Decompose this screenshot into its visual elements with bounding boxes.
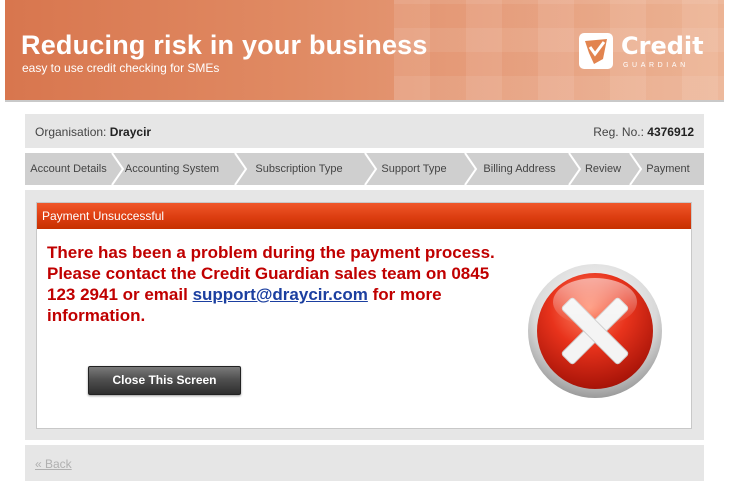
banner-subtitle: easy to use credit checking for SMEs	[22, 61, 220, 75]
header-banner: Reducing risk in your business easy to u…	[5, 0, 724, 100]
step-label: Subscription Type	[255, 163, 343, 175]
chevron-right-icon	[464, 153, 478, 185]
step-label: Accounting System	[124, 163, 220, 175]
banner-divider	[5, 100, 724, 102]
step-support-type: Support Type	[376, 153, 452, 185]
chevron-right-icon	[234, 153, 248, 185]
step-review: Review	[581, 153, 625, 185]
support-email-link[interactable]: support@draycir.com	[193, 285, 368, 304]
registration-number: 4376912	[647, 125, 694, 139]
chevron-right-icon	[568, 153, 582, 185]
organisation-label: Organisation:	[35, 125, 107, 139]
step-subscription-type: Subscription Type	[247, 153, 351, 185]
step-label: Payment	[646, 163, 690, 175]
step-label: Review	[584, 163, 622, 175]
back-link[interactable]: « Back	[35, 457, 72, 471]
logo-subword: GUARDIAN	[623, 62, 689, 69]
shield-check-icon	[579, 33, 613, 69]
error-dialog-header: Payment Unsuccessful	[37, 203, 691, 229]
organisation-name: Draycir	[109, 125, 152, 139]
organisation-bar: Organisation: Draycir Reg. No.: 4376912	[25, 114, 704, 148]
registration-label: Reg. No.:	[593, 125, 644, 139]
step-label: Support Type	[381, 163, 447, 175]
step-label: Billing Address	[483, 163, 556, 175]
error-x-icon	[528, 264, 662, 398]
banner-title: Reducing risk in your business	[21, 30, 428, 60]
error-message: There has been a problem during the paym…	[47, 242, 497, 326]
step-account-details: Account Details	[25, 153, 112, 185]
logo-word: Credit	[621, 32, 704, 60]
step-accounting-system: Accounting System	[121, 153, 223, 185]
registration-info: Reg. No.: 4376912	[593, 125, 694, 139]
organisation-info: Organisation: Draycir	[35, 125, 151, 139]
wizard-steps: Account Details Accounting System Subscr…	[25, 153, 704, 185]
step-payment: Payment	[643, 153, 693, 185]
close-screen-button[interactable]: Close This Screen	[88, 366, 241, 395]
credit-guardian-logo: Credit GUARDIAN	[579, 32, 719, 74]
step-billing-address: Billing Address	[478, 153, 561, 185]
footer-bar: « Back	[25, 445, 704, 481]
error-dialog-title: Payment Unsuccessful	[42, 209, 165, 223]
step-label: Account Details	[30, 163, 107, 175]
chevron-right-icon	[629, 153, 643, 185]
